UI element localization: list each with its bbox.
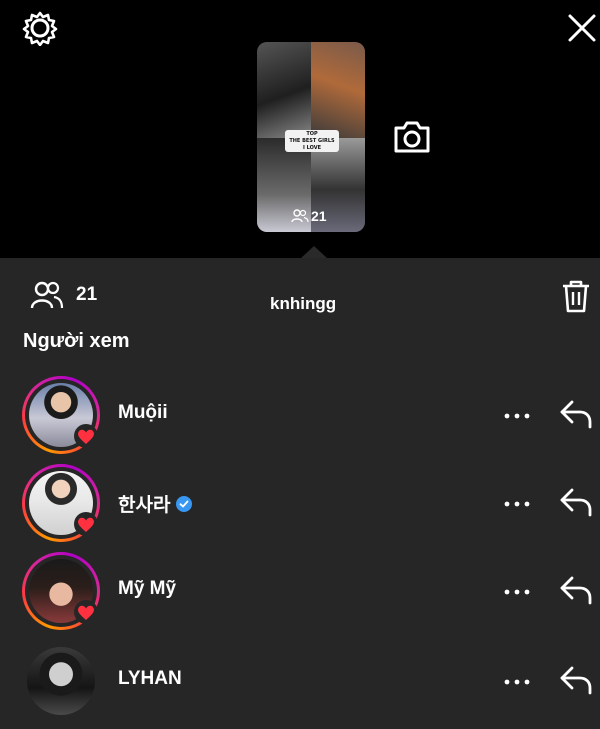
viewer-row[interactable]: 한사라	[0, 464, 600, 544]
verified-icon	[176, 495, 193, 512]
delete-icon[interactable]	[560, 278, 592, 314]
viewer-name: LYHAN	[118, 668, 182, 689]
story-viewer-count: 21	[311, 208, 327, 224]
viewer-name: 한사라	[118, 490, 193, 517]
viewer-name: Muộii	[118, 402, 168, 423]
more-options-icon[interactable]	[500, 582, 534, 602]
story-preview-area: TOP THE BEST GIRLS I LOVE 21	[0, 0, 600, 259]
close-icon[interactable]	[564, 10, 600, 46]
viewers-icon	[30, 281, 64, 309]
heart-icon	[74, 424, 98, 448]
viewer-count-value: 21	[76, 284, 98, 305]
viewer-row[interactable]: Muộii	[0, 376, 600, 456]
more-options-icon[interactable]	[500, 406, 534, 426]
viewer-row[interactable]: Mỹ Mỹ	[0, 552, 600, 632]
reply-icon[interactable]	[558, 398, 594, 430]
avatar[interactable]	[22, 464, 100, 542]
more-options-icon[interactable]	[500, 672, 534, 692]
heart-icon	[74, 512, 98, 536]
heart-icon	[74, 600, 98, 624]
section-title-viewers: Người xem	[23, 330, 130, 352]
avatar[interactable]	[22, 552, 100, 630]
avatar[interactable]	[22, 642, 100, 720]
story-owner-username: knhingg	[270, 294, 337, 313]
viewer-row[interactable]: LYHAN	[0, 642, 600, 722]
viewers-sheet: 21 knhingg Người xem Muộii 한사라 Mỹ Mỹ LYH…	[0, 258, 600, 729]
reply-icon[interactable]	[558, 486, 594, 518]
reply-icon[interactable]	[558, 664, 594, 696]
camera-icon[interactable]	[392, 118, 432, 156]
viewer-count[interactable]: 21	[30, 280, 97, 310]
viewers-icon	[291, 209, 309, 223]
story-viewer-badge: 21	[291, 208, 327, 224]
sheet-header: 21 knhingg	[0, 258, 600, 328]
story-caption: TOP THE BEST GIRLS I LOVE	[285, 130, 339, 152]
story-thumbnail[interactable]: TOP THE BEST GIRLS I LOVE 21	[257, 42, 365, 232]
more-options-icon[interactable]	[500, 494, 534, 514]
reply-icon[interactable]	[558, 574, 594, 606]
avatar[interactable]	[22, 376, 100, 454]
viewer-name: Mỹ Mỹ	[118, 578, 177, 599]
settings-icon[interactable]	[22, 10, 58, 46]
